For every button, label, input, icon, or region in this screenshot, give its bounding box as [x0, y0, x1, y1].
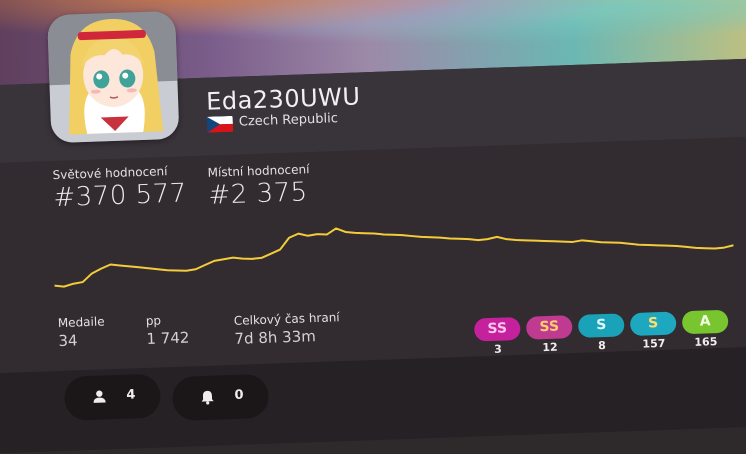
grade-s-silver-count: 8: [597, 338, 606, 353]
profile-card: Eda230UWU Czech Republic Světové hodnoce…: [0, 0, 746, 454]
grade-ss-silver-badge: SS: [473, 316, 521, 342]
global-rank-value: #370 577: [52, 178, 188, 214]
pp-value: 1 742: [146, 328, 190, 348]
notifications-button[interactable]: 0: [171, 373, 270, 422]
grade-ss-badge: SS: [525, 315, 573, 340]
avatar[interactable]: [47, 10, 180, 144]
rank-history-line: [54, 227, 734, 288]
grade-s-silver-badge: S: [577, 313, 625, 338]
friends-count: 4: [126, 387, 136, 403]
country-rank-value: #2 375: [207, 177, 309, 211]
avatar-illustration: [47, 10, 180, 144]
pp-label: pp: [145, 313, 162, 328]
playtime-value: 7d 8h 33m: [234, 327, 317, 348]
czech-flag-icon: [206, 115, 234, 133]
grade-s-badge: S: [629, 311, 677, 337]
user-icon: [93, 390, 106, 403]
grade-ss-silver-count: 3: [493, 342, 503, 356]
grade-ss-count: 12: [542, 340, 558, 355]
medals-label: Medaile: [57, 314, 105, 331]
friends-button[interactable]: 4: [63, 373, 162, 421]
medals-value: 34: [58, 331, 78, 351]
bell-icon: [201, 390, 214, 405]
notifications-count: 0: [234, 387, 244, 403]
grade-a-count: 165: [694, 335, 718, 349]
grade-a-badge: A: [681, 309, 729, 335]
grade-s-count: 157: [642, 336, 666, 351]
